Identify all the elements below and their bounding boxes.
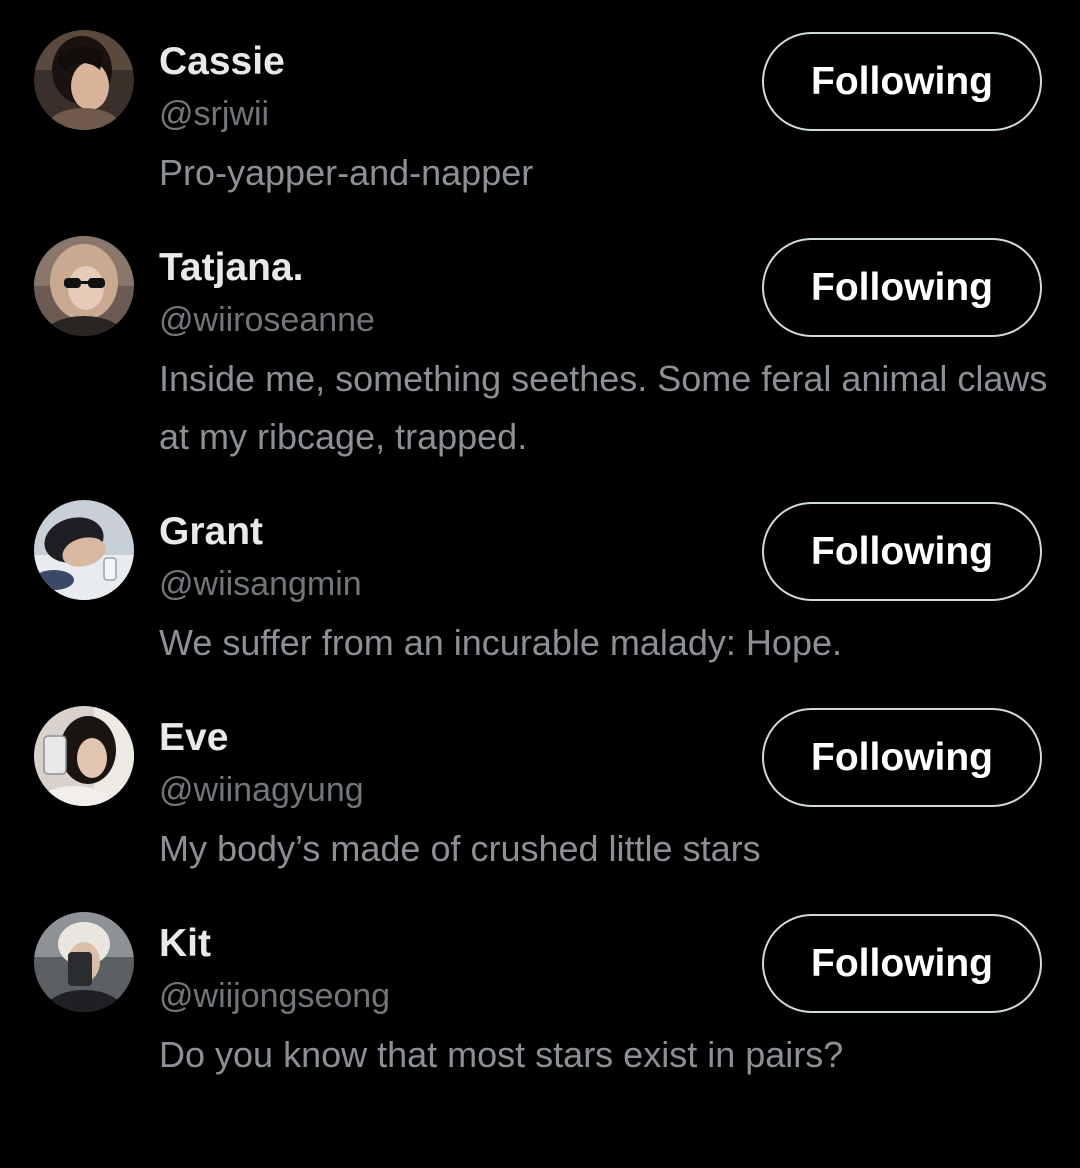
user-handle[interactable]: @srjwii bbox=[159, 94, 269, 134]
following-button[interactable]: Following bbox=[762, 914, 1042, 1013]
avatar[interactable] bbox=[34, 236, 134, 336]
display-name[interactable]: Eve bbox=[159, 716, 228, 760]
user-handle[interactable]: @wiisangmin bbox=[159, 564, 362, 604]
avatar[interactable] bbox=[34, 30, 134, 130]
user-handle[interactable]: @wiijongseong bbox=[159, 976, 390, 1016]
display-name[interactable]: Kit bbox=[159, 922, 211, 966]
user-bio: We suffer from an incurable malady: Hope… bbox=[159, 622, 842, 663]
user-handle[interactable]: @wiinagyung bbox=[159, 770, 364, 810]
user-bio: Pro-yapper-and-napper bbox=[159, 152, 534, 193]
following-button[interactable]: Following bbox=[762, 502, 1042, 601]
display-name[interactable]: Grant bbox=[159, 510, 263, 554]
following-button[interactable]: Following bbox=[762, 238, 1042, 337]
avatar-photo-icon bbox=[34, 500, 134, 600]
avatar-photo-icon bbox=[34, 912, 134, 1012]
avatar[interactable] bbox=[34, 912, 134, 1012]
display-name[interactable]: Tatjana. bbox=[159, 246, 303, 290]
display-name[interactable]: Cassie bbox=[159, 40, 285, 84]
avatar-photo-icon bbox=[34, 706, 134, 806]
avatar[interactable] bbox=[34, 706, 134, 806]
avatar-photo-icon bbox=[34, 30, 134, 130]
user-bio: Inside me, something seethes. Some feral… bbox=[159, 358, 1048, 457]
user-bio: My body’s made of crushed little stars bbox=[159, 828, 761, 869]
following-button[interactable]: Following bbox=[762, 32, 1042, 131]
avatar-photo-icon bbox=[34, 236, 134, 336]
avatar[interactable] bbox=[34, 500, 134, 600]
user-handle[interactable]: @wiiroseanne bbox=[159, 300, 375, 340]
following-button[interactable]: Following bbox=[762, 708, 1042, 807]
user-bio: Do you know that most stars exist in pai… bbox=[159, 1034, 844, 1075]
